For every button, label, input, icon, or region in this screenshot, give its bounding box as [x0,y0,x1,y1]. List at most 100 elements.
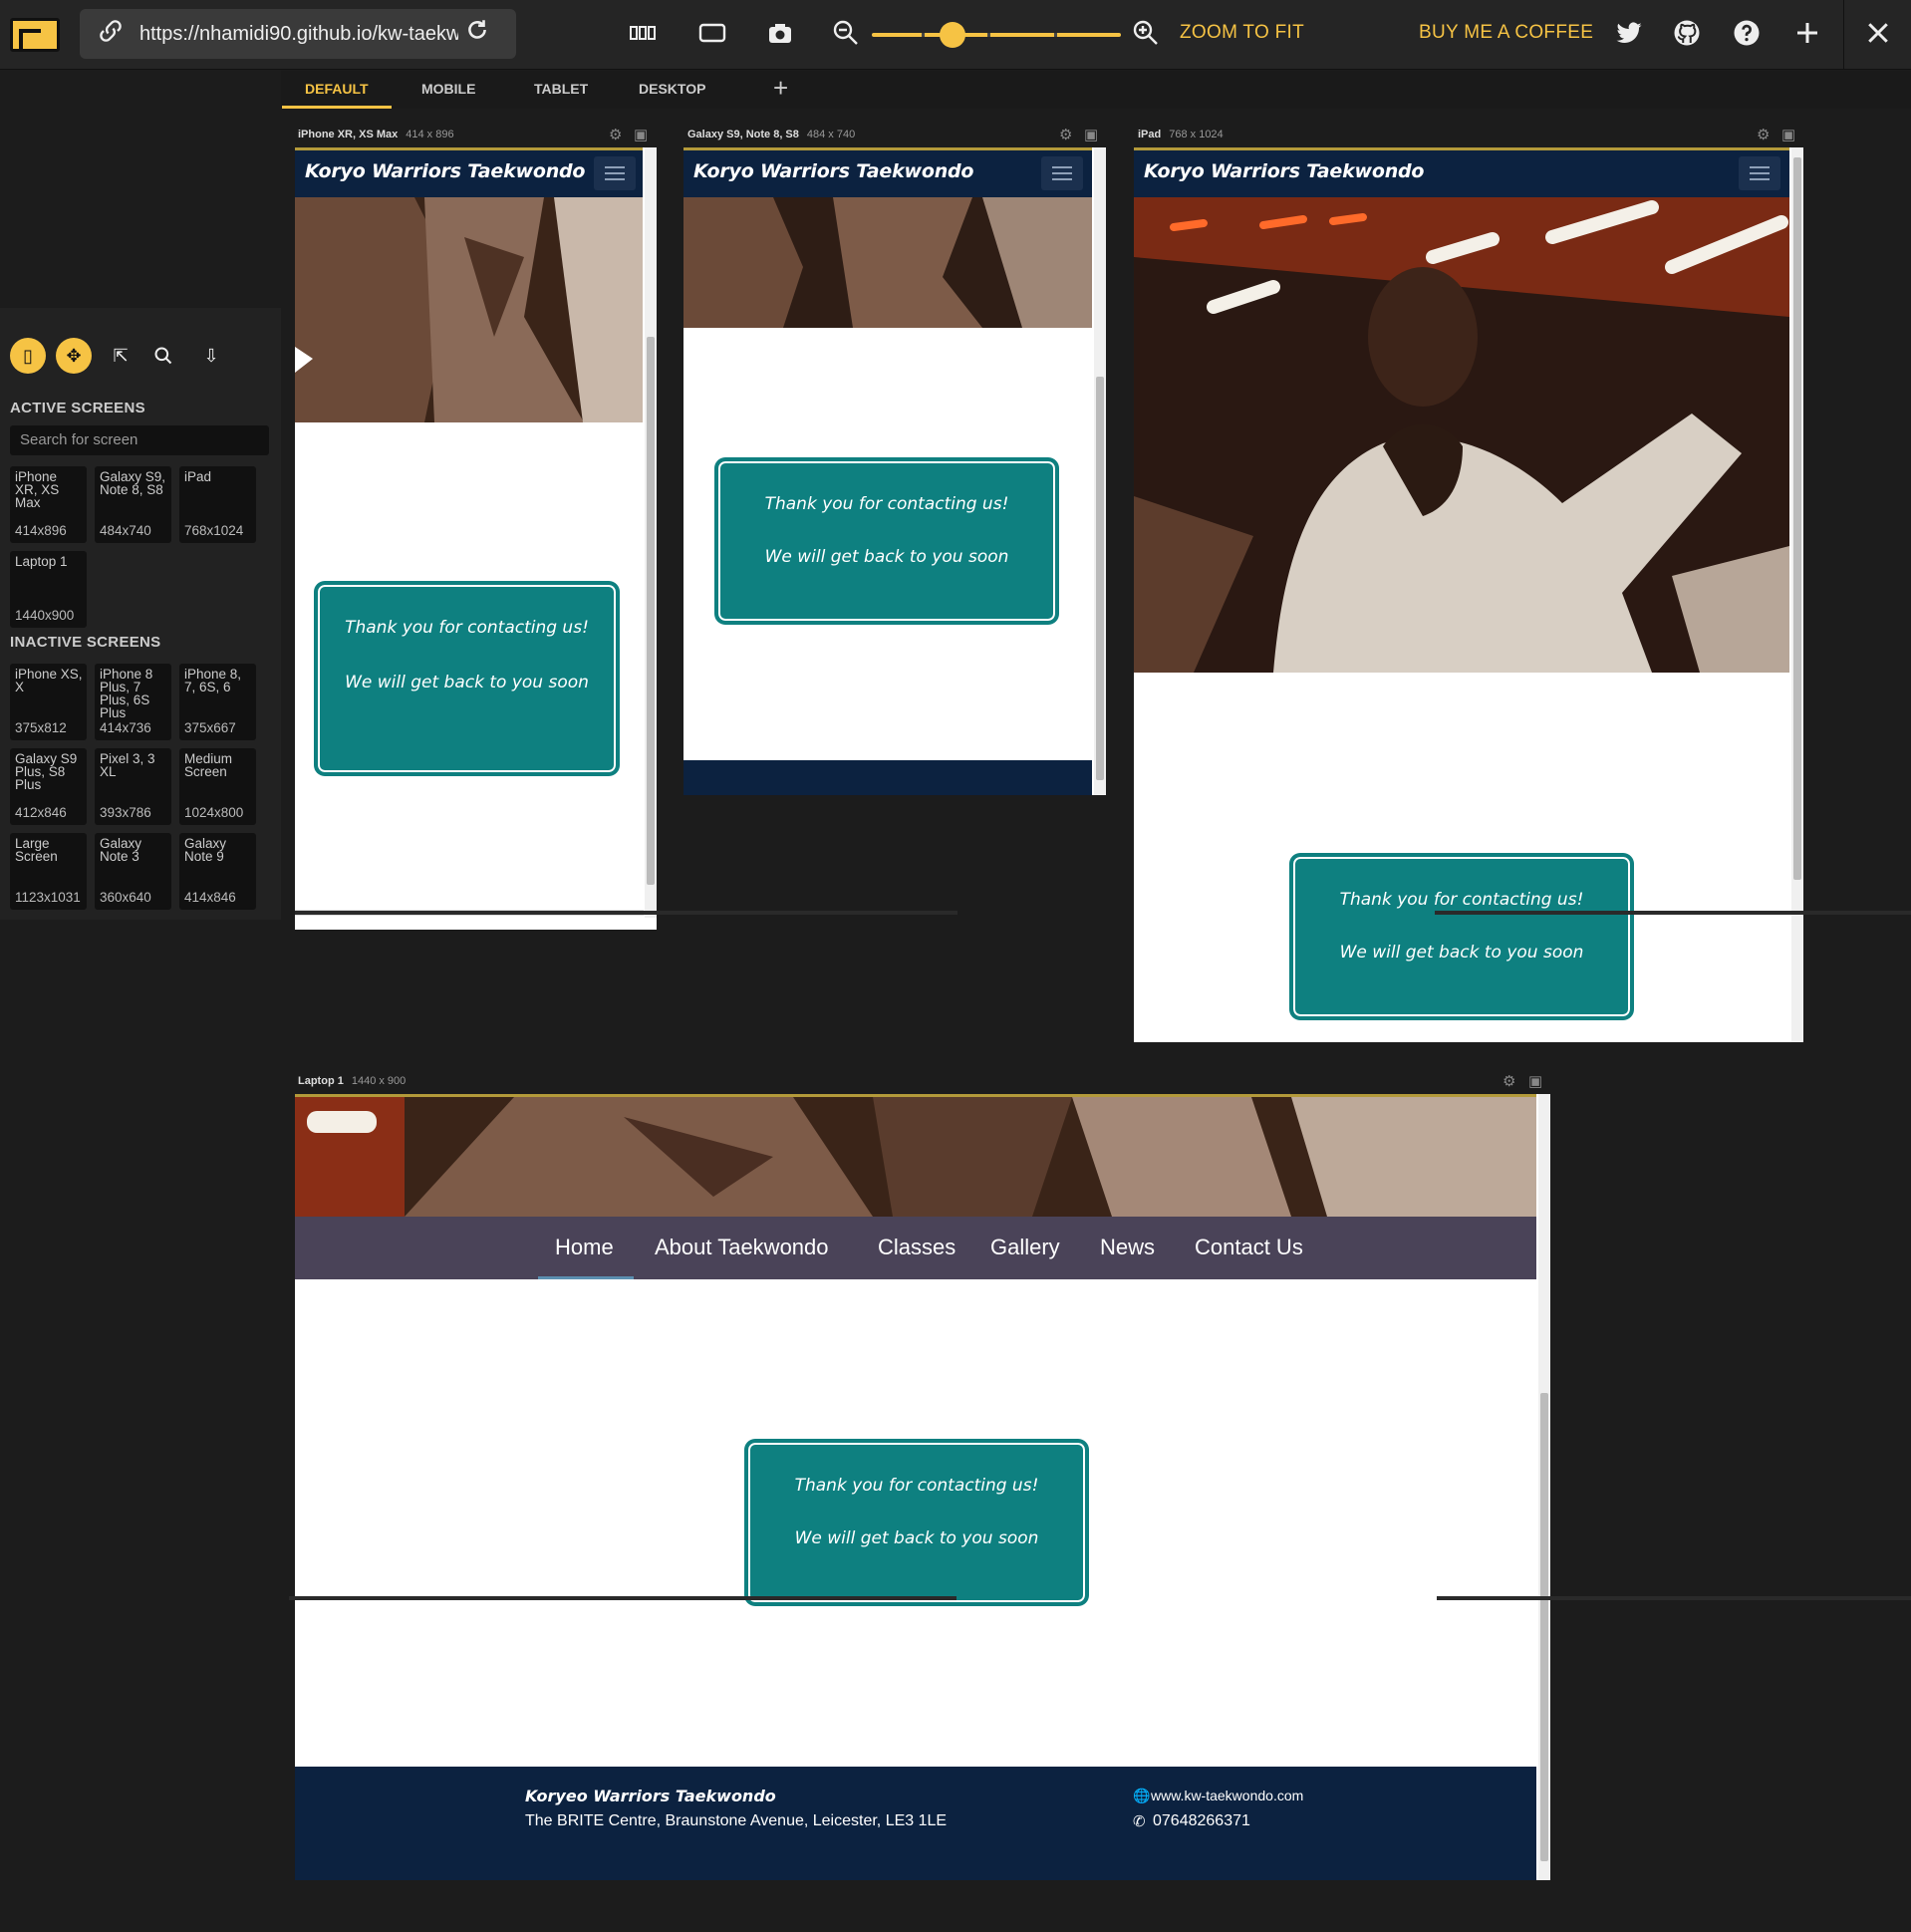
screen-tile-galaxy-s9-plus[interactable]: Galaxy S9 Plus, S8 Plus 412x846 [10,748,87,825]
inspect-pointer-icon[interactable]: ⇱ [103,338,138,374]
globe-icon: 🌐 [1133,1788,1151,1803]
vertical-scrollbar[interactable] [1094,147,1106,795]
close-icon[interactable] [1861,18,1895,52]
twitter-icon[interactable] [1612,18,1646,52]
screen-tile-iphone-xs[interactable]: iPhone XS, X 375x812 [10,664,87,740]
nav-classes[interactable]: Classes [878,1235,956,1260]
hero-image [683,197,1092,328]
download-icon[interactable]: ⇩ [193,338,229,374]
screen-tile-galaxy-s9[interactable]: Galaxy S9, Note 8, S8 484x740 [95,466,171,543]
thank-you-card: Thank you for contacting us! We will get… [745,1440,1088,1605]
footer-phone[interactable]: 07648266371 [1153,1812,1250,1830]
nav-active-underline [538,1276,634,1279]
screenshot-icon[interactable]: ▣ [634,126,648,143]
hero-image [295,1097,1536,1217]
sidebar: ▯ ✥ ⇱ ⇩ ACTIVE SCREENS Search for screen… [0,71,281,920]
hamburger-menu-icon[interactable] [594,156,636,190]
device-frame-icon[interactable] [695,18,729,52]
zoom-out-icon[interactable] [829,18,863,52]
iphone-viewport: Koryo Warriors Taekwondo Thank you for c… [295,147,657,930]
device-mode-icon[interactable]: ▯ [10,338,46,374]
nav-contact[interactable]: Contact Us [1195,1235,1303,1260]
nav-about[interactable]: About Taekwondo [655,1235,829,1260]
tab-mobile[interactable]: MOBILE [421,81,475,97]
github-icon[interactable] [1670,18,1704,52]
ipad-viewport: Koryo Warriors Taekwondo Thank you for c… [1134,147,1803,1042]
screen-tile-galaxy-note-3[interactable]: Galaxy Note 3 360x640 [95,833,171,910]
app-logo[interactable] [10,18,60,52]
site-title[interactable]: Koryo Warriors Taekwondo [305,160,585,182]
gear-icon[interactable]: ⚙ [1757,126,1770,143]
nav-home[interactable]: Home [555,1235,614,1260]
hamburger-menu-icon[interactable] [1041,156,1083,190]
add-tab-icon[interactable]: + [773,73,788,104]
canvas-scrollbar[interactable] [1437,1596,1911,1600]
thank-you-text: Thank you for contacting us! [764,494,1009,514]
screen-tile-pixel-3[interactable]: Pixel 3, 3 XL 393x786 [95,748,171,825]
site-header: Koryo Warriors Taekwondo [1134,147,1789,197]
screen-tile-iphone-8[interactable]: iPhone 8, 7, 6S, 6 375x667 [179,664,256,740]
zoom-in-icon[interactable] [1129,18,1163,52]
camera-icon[interactable] [763,18,797,52]
preset-tabs: DEFAULT MOBILE TABLET DESKTOP + [281,71,1911,109]
gear-icon[interactable]: ⚙ [1502,1072,1515,1090]
screen-tile-iphone-xr[interactable]: iPhone XR, XS Max 414x896 [10,466,87,543]
columns-layout-icon[interactable] [626,18,660,52]
search-icon[interactable] [145,338,181,374]
thank-you-text: Thank you for contacting us! [794,1476,1039,1496]
screen-tile-medium-screen[interactable]: Medium Screen 1024x800 [179,748,256,825]
zoom-to-fit-button[interactable]: ZOOM TO FIT [1180,22,1304,44]
nav-gallery[interactable]: Gallery [990,1235,1060,1260]
zoom-slider-knob[interactable] [940,22,965,48]
hero-image [1134,197,1789,673]
reload-icon[interactable] [460,17,494,51]
thank-you-text: Thank you for contacting us! [345,618,589,638]
follow-up-text: We will get back to you soon [794,1528,1039,1548]
zoom-slider[interactable] [872,22,1121,48]
hero-image [295,197,643,422]
screen-search-input[interactable]: Search for screen [10,425,269,455]
screenshot-icon[interactable]: ▣ [1528,1072,1542,1090]
thank-you-card: Thank you for contacting us! We will get… [715,458,1058,624]
help-icon[interactable] [1730,18,1764,52]
footer-name: Koryeo Warriors Taekwondo [525,1787,776,1805]
add-icon[interactable] [1790,18,1824,52]
canvas-scrollbar[interactable] [295,911,957,915]
laptop-viewport: Home About Taekwondo Classes Gallery New… [295,1094,1550,1880]
gear-icon[interactable]: ⚙ [1059,126,1072,143]
buy-me-a-coffee-button[interactable]: BUY ME A COFFEE [1419,22,1593,44]
sync-interaction-icon[interactable]: ✥ [56,338,92,374]
site-title[interactable]: Koryo Warriors Taekwondo [1144,160,1424,182]
device-label-galaxy: Galaxy S9, Note 8, S8 484 x 740 [687,129,856,140]
site-footer [683,760,1092,795]
screenshot-icon[interactable]: ▣ [1084,126,1098,143]
hamburger-menu-icon[interactable] [1739,156,1780,190]
screen-tile-iphone-8-plus[interactable]: iPhone 8 Plus, 7 Plus, 6S Plus 414x736 [95,664,171,740]
screen-tile-laptop-1[interactable]: Laptop 1 1440x900 [10,551,87,628]
screen-tile-ipad[interactable]: iPad 768x1024 [179,466,256,543]
gear-icon[interactable]: ⚙ [609,126,622,143]
vertical-scrollbar[interactable] [1538,1094,1550,1880]
vertical-scrollbar[interactable] [645,147,657,918]
url-text[interactable]: https://nhamidi90.github.io/kw-taekwondo [139,23,458,46]
follow-up-text: We will get back to you soon [764,547,1009,567]
screenshot-icon[interactable]: ▣ [1781,126,1795,143]
vertical-scrollbar[interactable] [1791,147,1803,1042]
top-toolbar: https://nhamidi90.github.io/kw-taekwondo… [0,0,1911,70]
footer-website[interactable]: www.kw-taekwondo.com [1151,1788,1303,1803]
canvas-scrollbar[interactable] [1435,911,1911,915]
canvas-scrollbar[interactable] [289,1596,956,1600]
site-title[interactable]: Koryo Warriors Taekwondo [693,160,973,182]
device-label-ipad: iPad 768 x 1024 [1138,129,1224,140]
nav-news[interactable]: News [1100,1235,1155,1260]
url-bar[interactable]: https://nhamidi90.github.io/kw-taekwondo [80,9,516,59]
active-tab-indicator [282,106,392,109]
thank-you-card: Thank you for contacting us! We will get… [315,582,619,775]
tab-default[interactable]: DEFAULT [305,81,369,97]
tab-desktop[interactable]: DESKTOP [639,81,705,97]
screen-tile-galaxy-note-9[interactable]: Galaxy Note 9 414x846 [179,833,256,910]
tab-tablet[interactable]: TABLET [534,81,588,97]
device-label-laptop: Laptop 1 1440 x 900 [298,1075,407,1087]
screen-tile-large-screen[interactable]: Large Screen 1123x1031 [10,833,87,910]
follow-up-text: We will get back to you soon [1339,943,1584,963]
